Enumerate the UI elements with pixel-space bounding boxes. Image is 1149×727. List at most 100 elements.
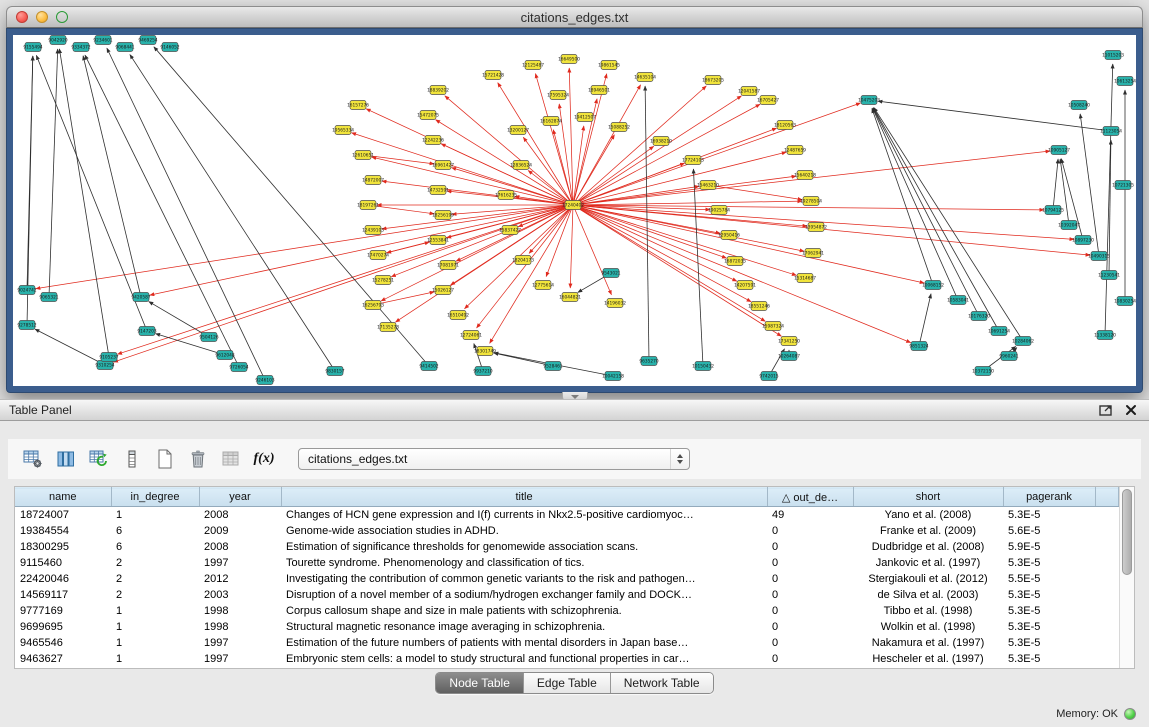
node[interactable]: 11230541 [1098, 271, 1120, 280]
node[interactable]: 9414502 [419, 362, 438, 371]
node[interactable]: 18946501 [588, 86, 610, 95]
node[interactable]: 10372150 [972, 367, 994, 376]
node[interactable]: 19565334 [332, 126, 354, 135]
node[interactable]: 15472075 [417, 111, 439, 120]
node[interactable]: 16157276 [347, 101, 369, 110]
node[interactable]: 18839202 [427, 86, 449, 95]
table-row[interactable]: 946362711997Embryonic stem cells: a mode… [15, 651, 1119, 667]
node[interactable]: 16256793 [362, 301, 384, 310]
edge[interactable] [573, 205, 1090, 255]
node[interactable]: 10830254 [1114, 297, 1136, 306]
node[interactable]: 14635104 [634, 73, 656, 82]
node[interactable]: 15987324 [762, 322, 784, 331]
node[interactable]: 12041587 [738, 87, 760, 96]
node[interactable]: 14196032 [604, 299, 626, 308]
column-header-out_degree[interactable]: △ out_de… [767, 488, 853, 507]
node[interactable]: 12487659 [784, 146, 806, 155]
table-row[interactable]: 1456911722003Disruption of a novel membe… [15, 587, 1119, 603]
node[interactable]: 9726054 [229, 363, 248, 372]
edge[interactable] [573, 205, 1074, 239]
edge[interactable] [498, 83, 573, 205]
node[interactable]: 12610651 [352, 151, 374, 160]
edge[interactable] [573, 205, 911, 343]
edge[interactable] [573, 135, 614, 205]
column-header-in_degree[interactable]: in_degree [111, 488, 199, 507]
node[interactable]: 9960241 [999, 352, 1018, 361]
float-panel-button[interactable] [1099, 404, 1113, 416]
edge[interactable] [573, 205, 726, 258]
table-row[interactable]: 977716911998Corpus callosum shape and si… [15, 603, 1119, 619]
node[interactable]: 10284062 [1012, 337, 1034, 346]
node[interactable]: 9504126 [199, 333, 218, 342]
window-titlebar[interactable]: citations_edges.txt [6, 6, 1143, 28]
edge[interactable] [569, 68, 573, 205]
node[interactable]: 9146052 [160, 43, 179, 52]
node[interactable]: 10905127 [1048, 146, 1070, 155]
node[interactable]: 16162874 [540, 117, 562, 126]
table-row[interactable]: 1938455462009Genome-wide association stu… [15, 523, 1119, 539]
edge[interactable] [693, 169, 703, 366]
edge[interactable] [553, 130, 573, 205]
node[interactable]: 9024742 [17, 286, 36, 295]
node[interactable]: 18256199 [432, 211, 454, 220]
node[interactable]: 9105237 [99, 353, 118, 362]
column-header-year[interactable]: year [199, 488, 281, 507]
edge[interactable] [49, 49, 58, 297]
node[interactable]: 16705427 [757, 96, 779, 105]
edge[interactable] [573, 205, 804, 251]
edge[interactable] [570, 205, 573, 288]
edge[interactable] [477, 205, 573, 328]
edge[interactable] [573, 201, 802, 205]
node[interactable]: 18204173 [512, 256, 534, 265]
edge[interactable] [27, 56, 33, 325]
edge[interactable] [573, 205, 737, 281]
edge[interactable] [85, 55, 239, 367]
node[interactable]: 9246103 [255, 376, 274, 385]
edge[interactable] [573, 103, 861, 205]
node[interactable]: 10392047 [1058, 221, 1080, 230]
node[interactable]: 16961427 [432, 161, 454, 170]
node[interactable]: 18120563 [774, 121, 796, 130]
node[interactable]: 17135278 [377, 323, 399, 332]
node[interactable]: 10613254 [1114, 77, 1136, 86]
node[interactable]: 9742015 [759, 372, 778, 381]
show-columns-button[interactable] [53, 446, 79, 472]
node[interactable]: 10176320 [968, 312, 990, 321]
close-window-button[interactable] [16, 11, 28, 23]
node[interactable]: 10794125 [1042, 206, 1064, 215]
edge[interactable] [83, 56, 141, 297]
node[interactable]: 15088252 [608, 123, 630, 132]
node[interactable]: 17470274 [367, 251, 389, 260]
table-row[interactable]: 946554611997Estimation of the future num… [15, 635, 1119, 651]
node[interactable]: 9528461 [543, 362, 562, 371]
node[interactable]: 17341250 [778, 337, 800, 346]
node[interactable]: 11338120 [1094, 331, 1116, 340]
select-column-button[interactable] [119, 446, 145, 472]
minimize-window-button[interactable] [36, 11, 48, 23]
node[interactable]: 9065321 [39, 293, 58, 302]
node[interactable]: 10897230 [1072, 236, 1094, 245]
node[interactable]: 17081971 [437, 261, 459, 270]
edge[interactable] [107, 48, 265, 380]
node[interactable]: 12553841 [427, 236, 449, 245]
node[interactable]: 9612048 [215, 351, 234, 360]
node[interactable]: 10508240 [1068, 101, 1090, 110]
edge[interactable] [1105, 64, 1113, 335]
edge[interactable] [1060, 159, 1069, 225]
column-header-title[interactable]: title [281, 488, 767, 507]
node[interactable]: 12439103 [362, 226, 384, 235]
node[interactable]: 12950416 [718, 231, 740, 240]
node[interactable]: 17616235 [495, 191, 517, 200]
node[interactable]: 17724103 [682, 156, 704, 165]
node[interactable]: 9147203 [137, 327, 156, 336]
edge[interactable] [352, 133, 573, 205]
node[interactable]: 10490315 [1088, 252, 1110, 261]
node[interactable]: 11123054 [1100, 127, 1122, 136]
node[interactable]: 9851324 [909, 342, 928, 351]
node[interactable]: 12125487 [522, 61, 544, 70]
node[interactable]: 9278512 [17, 321, 36, 330]
edge[interactable] [35, 329, 105, 365]
node[interactable]: 9042920 [48, 36, 67, 45]
table-select-combo[interactable]: citations_edges.txt [298, 448, 690, 470]
node[interactable]: 14207591 [734, 281, 756, 290]
